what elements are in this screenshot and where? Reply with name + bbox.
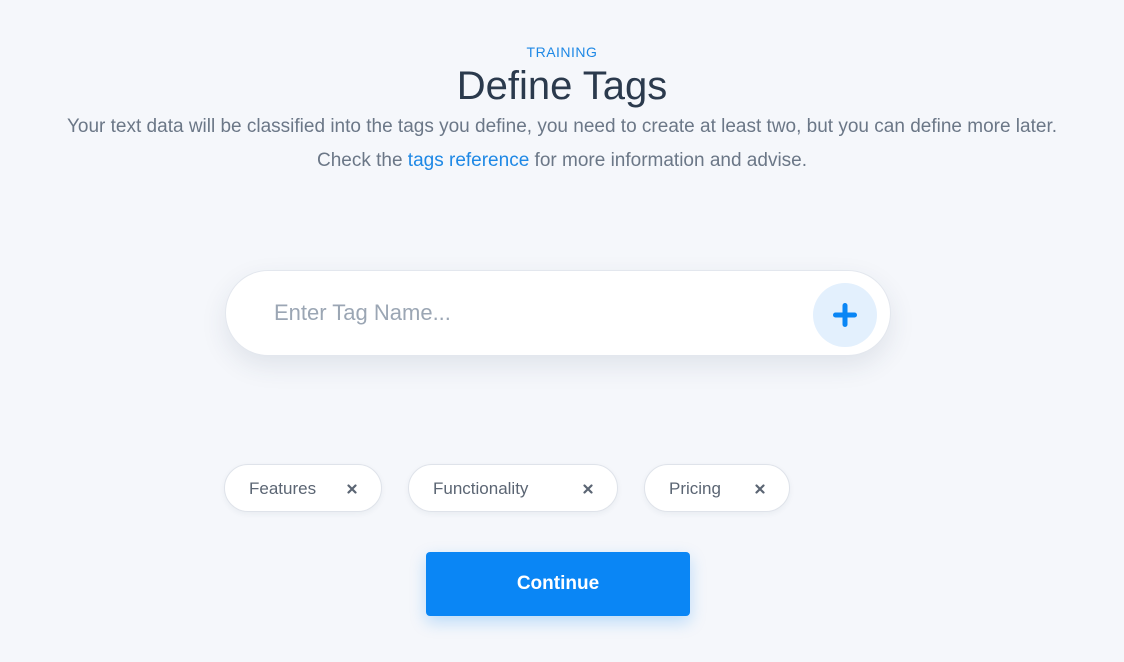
remove-tag-features-button[interactable] — [343, 480, 361, 498]
continue-button[interactable]: Continue — [426, 552, 690, 616]
close-icon — [583, 484, 593, 494]
tag-chip-functionality: Functionality — [408, 464, 618, 512]
tag-chip-features: Features — [224, 464, 382, 512]
close-icon — [347, 484, 357, 494]
tag-label: Pricing — [669, 479, 721, 498]
tag-chip-pricing: Pricing — [644, 464, 790, 512]
page-title: Define Tags — [456, 64, 668, 108]
tag-name-input[interactable] — [274, 293, 794, 333]
tag-label: Features — [249, 479, 317, 498]
plus-icon — [833, 303, 857, 327]
add-tag-button[interactable] — [813, 283, 877, 347]
tag-label: Functionality — [433, 479, 529, 498]
page-description: Your text data will be classified into t… — [62, 110, 1062, 178]
close-icon — [755, 484, 765, 494]
remove-tag-functionality-button[interactable] — [579, 480, 597, 498]
description-text-end: for more information and advise. — [529, 150, 808, 171]
remove-tag-pricing-button[interactable] — [751, 480, 769, 498]
tag-input-container — [225, 270, 891, 356]
page-eyebrow: TRAINING — [526, 44, 598, 60]
tags-reference-link[interactable]: tags reference — [408, 150, 529, 171]
